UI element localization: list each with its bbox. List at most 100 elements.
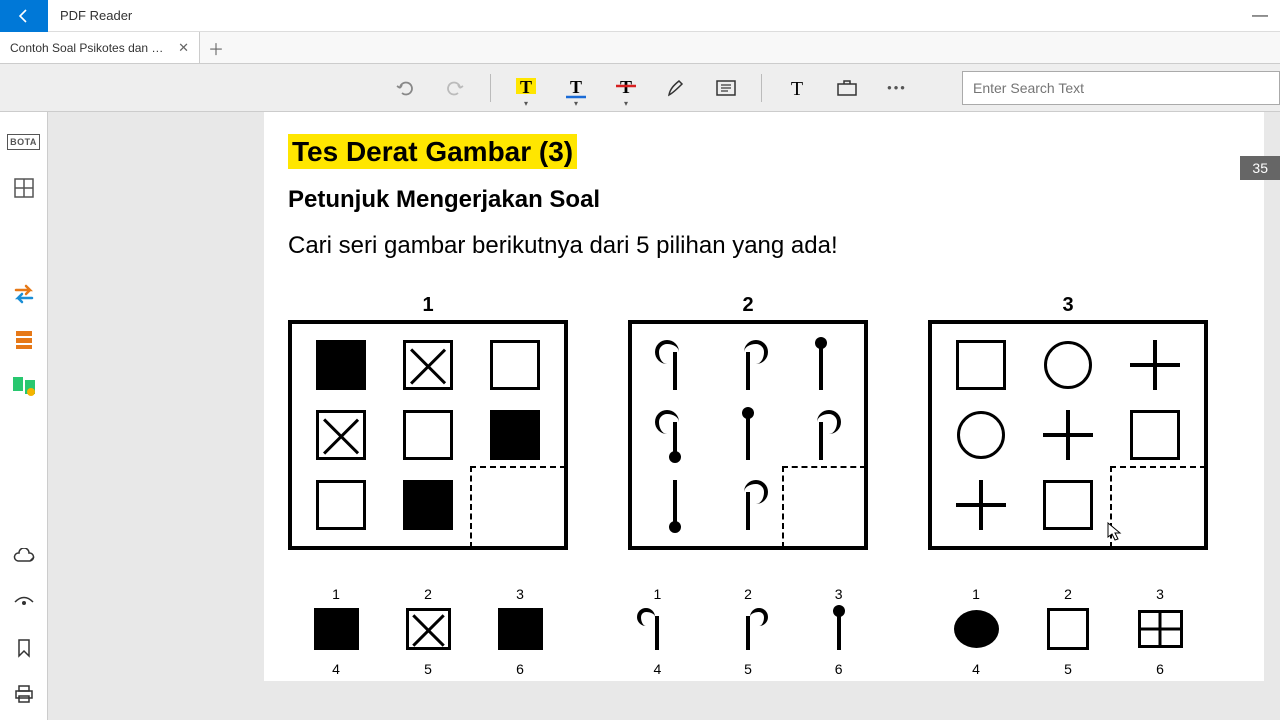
filled-circle-icon bbox=[954, 610, 999, 648]
puzzle-row: 1 2 bbox=[288, 320, 1240, 550]
print-icon bbox=[13, 684, 35, 704]
empty-square-icon bbox=[956, 340, 1006, 390]
choice-num: 3 bbox=[1156, 586, 1164, 602]
choice-num: 6 bbox=[835, 661, 843, 677]
undo-icon bbox=[394, 77, 416, 99]
tab-label: Contoh Soal Psikotes dan Jawab... bbox=[10, 41, 168, 55]
layers-button[interactable] bbox=[4, 320, 44, 360]
highlight-icon: T bbox=[512, 76, 540, 100]
filled-square-icon bbox=[316, 340, 366, 390]
print-button[interactable] bbox=[4, 674, 44, 714]
back-button[interactable] bbox=[0, 0, 48, 32]
answer-slot bbox=[470, 466, 566, 548]
svg-text:T: T bbox=[520, 77, 532, 97]
left-sidebar: BOTA bbox=[0, 112, 48, 720]
choices-1: 1 2 3 bbox=[288, 586, 568, 651]
choice-num: 5 bbox=[424, 661, 432, 677]
ink-button[interactable] bbox=[651, 64, 701, 112]
choice-num: 6 bbox=[516, 661, 524, 677]
empty-square-icon bbox=[403, 410, 453, 460]
choices-2b: 4 5 6 bbox=[628, 661, 868, 681]
bota-icon: BOTA bbox=[7, 134, 40, 150]
choice-num: 2 bbox=[744, 586, 752, 602]
pen-icon bbox=[665, 77, 687, 99]
separator bbox=[490, 74, 491, 102]
puzzle-frame bbox=[628, 320, 868, 550]
tab-bar: Contoh Soal Psikotes dan Jawab... ✕ ＋ bbox=[0, 32, 1280, 64]
underline-icon: T bbox=[562, 76, 590, 100]
cloud-button[interactable] bbox=[4, 536, 44, 576]
strikethrough-icon: T bbox=[612, 76, 640, 100]
choice-num: 3 bbox=[835, 586, 843, 602]
plus-icon bbox=[956, 480, 1006, 530]
choices-3: 1 2 3 bbox=[928, 586, 1208, 651]
hook-icon bbox=[733, 480, 763, 530]
caret-icon: ▾ bbox=[524, 99, 528, 108]
close-tab-button[interactable]: ✕ bbox=[178, 40, 189, 56]
dots-icon: ••• bbox=[887, 80, 907, 95]
empty-square-icon bbox=[316, 480, 366, 530]
choice-num: 1 bbox=[332, 586, 340, 602]
choice-num: 4 bbox=[332, 661, 340, 677]
stamp-button[interactable] bbox=[822, 64, 872, 112]
puzzle-3: 3 bbox=[928, 320, 1208, 550]
bookmark-button[interactable] bbox=[4, 628, 44, 668]
filled-square-icon bbox=[490, 410, 540, 460]
grid4-icon bbox=[1138, 610, 1183, 648]
document-tab[interactable]: Contoh Soal Psikotes dan Jawab... ✕ bbox=[0, 32, 200, 63]
note-button[interactable] bbox=[701, 64, 751, 112]
choice-num: 1 bbox=[653, 586, 661, 602]
more-button[interactable]: ••• bbox=[872, 64, 922, 112]
choices-row: 1 2 3 1 2 3 1 2 3 bbox=[288, 586, 1240, 651]
note-icon bbox=[715, 78, 737, 98]
grid-view-button[interactable] bbox=[4, 168, 44, 208]
puzzle-number: 3 bbox=[1062, 294, 1073, 317]
page-counter[interactable]: 35 bbox=[1240, 156, 1280, 180]
highlight-button[interactable]: T ▾ bbox=[501, 64, 551, 112]
puzzle-number: 2 bbox=[742, 294, 753, 317]
undo-button[interactable] bbox=[380, 64, 430, 112]
circle-icon bbox=[1044, 341, 1092, 389]
text-button[interactable]: T bbox=[772, 64, 822, 112]
add-tab-button[interactable]: ＋ bbox=[200, 32, 232, 63]
view-button[interactable] bbox=[4, 582, 44, 622]
compare-button[interactable] bbox=[4, 366, 44, 406]
svg-text:T: T bbox=[570, 77, 582, 97]
answer-slot bbox=[1110, 466, 1206, 548]
puzzle-1: 1 bbox=[288, 320, 568, 550]
empty-square-icon bbox=[1130, 410, 1180, 460]
svg-text:T: T bbox=[791, 78, 803, 100]
choice-num: 4 bbox=[972, 661, 980, 677]
briefcase-icon bbox=[836, 79, 858, 97]
separator bbox=[761, 74, 762, 102]
search-input[interactable] bbox=[962, 71, 1280, 105]
choice-num: 2 bbox=[1064, 586, 1072, 602]
x-square-icon bbox=[406, 608, 451, 650]
hook-icon bbox=[660, 340, 690, 390]
document-area[interactable]: 35 Tes Derat Gambar (3) Petunjuk Mengerj… bbox=[48, 112, 1280, 720]
cloud-icon bbox=[12, 548, 36, 564]
x-square-filled-icon bbox=[498, 608, 543, 650]
choices-row-2: 4 5 6 4 5 6 4 5 6 bbox=[288, 661, 1240, 681]
choices-3b: 4 5 6 bbox=[928, 661, 1208, 681]
circle-icon bbox=[957, 411, 1005, 459]
arrow-left-icon bbox=[16, 8, 32, 24]
x-square-icon bbox=[403, 340, 453, 390]
puzzle-frame bbox=[928, 320, 1208, 550]
plus-icon bbox=[1043, 410, 1093, 460]
caret-icon: ▾ bbox=[624, 99, 628, 108]
bota-button[interactable]: BOTA bbox=[4, 122, 44, 162]
text-icon: T bbox=[785, 76, 809, 100]
filled-square-icon bbox=[403, 480, 453, 530]
stack-icon bbox=[12, 329, 36, 351]
plus-icon bbox=[1130, 340, 1180, 390]
underline-button[interactable]: T ▾ bbox=[551, 64, 601, 112]
swap-button[interactable] bbox=[4, 274, 44, 314]
choice-num: 5 bbox=[744, 661, 752, 677]
redo-button[interactable] bbox=[430, 64, 480, 112]
empty-square-icon bbox=[490, 340, 540, 390]
strikethrough-button[interactable]: T ▾ bbox=[601, 64, 651, 112]
grid-icon bbox=[13, 177, 35, 199]
choice-num: 5 bbox=[1064, 661, 1072, 677]
minimize-button[interactable]: — bbox=[1240, 7, 1280, 25]
